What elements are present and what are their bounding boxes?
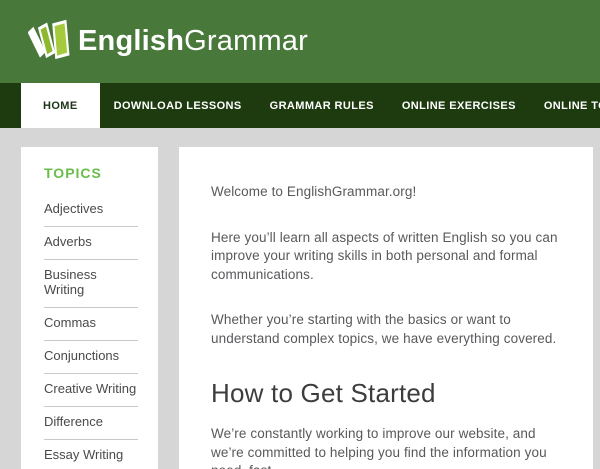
- nav-item-online-tools[interactable]: ONLINE TOOLS: [530, 83, 600, 128]
- book-pages-icon: [27, 16, 74, 67]
- topic-item-creative-writing[interactable]: Creative Writing: [44, 374, 138, 407]
- site-header: EnglishGrammar: [0, 0, 600, 83]
- topic-item-adjectives[interactable]: Adjectives: [44, 194, 138, 227]
- page-content: TOPICS Adjectives Adverbs Business Writi…: [0, 128, 600, 469]
- topic-item-conjunctions[interactable]: Conjunctions: [44, 341, 138, 374]
- site-name: EnglishGrammar: [78, 25, 308, 58]
- topics-title: TOPICS: [44, 165, 102, 181]
- topics-list: Adjectives Adverbs Business Writing Comm…: [44, 194, 138, 469]
- nav-item-online-exercises[interactable]: ONLINE EXERCISES: [388, 83, 530, 128]
- topic-item-commas[interactable]: Commas: [44, 308, 138, 341]
- intro-paragraph-1: Here you’ll learn all aspects of written…: [211, 229, 558, 282]
- site-name-light: Grammar: [184, 25, 308, 57]
- topics-sidebar: TOPICS Adjectives Adverbs Business Writi…: [21, 147, 158, 469]
- nav-item-grammar-rules[interactable]: GRAMMAR RULES: [256, 83, 388, 128]
- site-logo[interactable]: EnglishGrammar: [27, 16, 308, 67]
- site-name-bold: English: [78, 25, 185, 57]
- nav-item-download-lessons[interactable]: DOWNLOAD LESSONS: [100, 83, 256, 128]
- topic-item-adverbs[interactable]: Adverbs: [44, 227, 138, 260]
- topic-item-business-writing[interactable]: Business Writing: [44, 260, 138, 308]
- nav-item-home[interactable]: HOME: [21, 83, 100, 128]
- intro-paragraph-2: Whether you’re starting with the basics …: [211, 312, 557, 346]
- browser-viewport: EnglishGrammar HOME DOWNLOAD LESSONS GRA…: [0, 0, 600, 469]
- welcome-text: Welcome to EnglishGrammar.org!: [211, 184, 417, 199]
- main-nav: HOME DOWNLOAD LESSONS GRAMMAR RULES ONLI…: [0, 83, 600, 128]
- main-content: Welcome to EnglishGrammar.org! Here you’…: [179, 147, 593, 469]
- topic-item-essay-writing[interactable]: Essay Writing: [44, 440, 138, 469]
- body-paragraph-1: We’re constantly working to improve our …: [211, 426, 547, 469]
- topic-item-difference[interactable]: Difference: [44, 407, 138, 440]
- section-heading: How to Get Started: [211, 378, 436, 408]
